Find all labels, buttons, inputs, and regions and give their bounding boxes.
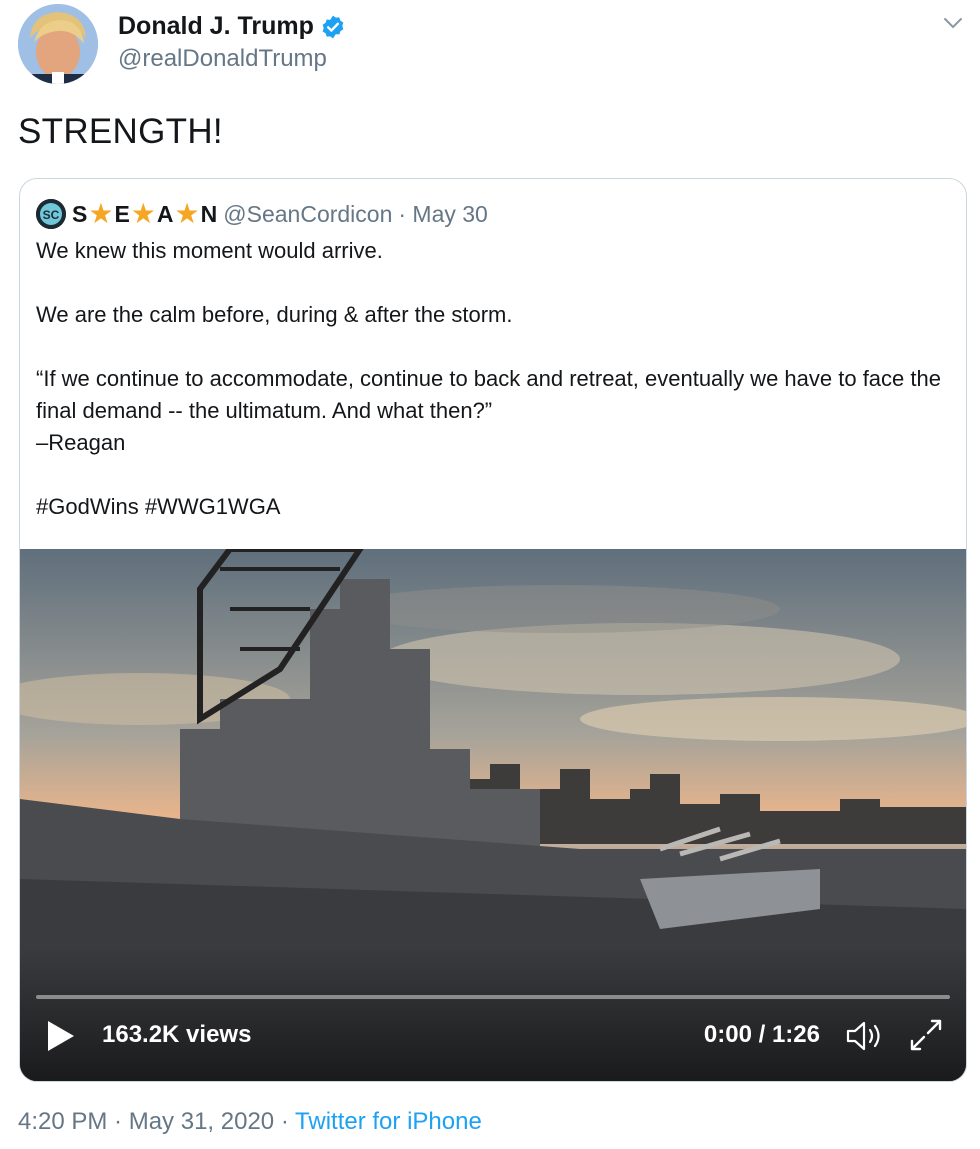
star-icon: ★ (174, 198, 200, 229)
tweet-text: STRENGTH! (18, 112, 223, 151)
author-avatar[interactable] (18, 4, 98, 84)
quoted-author-name: S ★ E ★ A ★ N (72, 200, 217, 228)
quoted-tweet-date: · May 30 (398, 200, 488, 227)
name-letter: N (200, 200, 218, 227)
chevron-down-icon[interactable] (942, 12, 964, 34)
star-icon: ★ (88, 198, 114, 229)
video-views: 163.2K views (102, 1021, 252, 1048)
name-letter: S (72, 200, 88, 227)
quoted-author-handle: @SeanCordicon (223, 200, 393, 227)
tweet-timestamp[interactable]: 4:20 PM · May 31, 2020 (18, 1108, 274, 1135)
tweet-page: Donald J. Trump @realDonaldTrump STRENGT… (0, 0, 980, 1149)
footer-separator: · (280, 1108, 289, 1135)
star-icon: ★ (130, 198, 156, 229)
quoted-avatar-initials: SC (43, 208, 60, 222)
verified-badge-icon (322, 15, 344, 38)
video-controls: 163.2K views 0:00 / 1:26 (20, 1009, 966, 1069)
name-letter: E (114, 200, 130, 227)
video-player[interactable]: 163.2K views 0:00 / 1:26 (20, 549, 966, 1081)
name-letter: A (156, 200, 174, 227)
video-progress-bar[interactable] (36, 995, 950, 999)
author-handle[interactable]: @realDonaldTrump (118, 45, 327, 73)
quoted-author-avatar: SC (36, 199, 66, 229)
fullscreen-icon[interactable] (908, 1017, 944, 1053)
quoted-tweet-header: SC S ★ E ★ A ★ N @SeanCordicon · May 30 (36, 199, 488, 229)
author-name-row[interactable]: Donald J. Trump (118, 12, 346, 41)
volume-icon[interactable] (844, 1019, 884, 1053)
author-name[interactable]: Donald J. Trump (118, 12, 314, 41)
tweet-footer: 4:20 PM · May 31, 2020 · Twitter for iPh… (18, 1108, 482, 1136)
quoted-tweet[interactable]: SC S ★ E ★ A ★ N @SeanCordicon · May 30 … (19, 178, 967, 1082)
video-frame (20, 549, 966, 1081)
play-icon[interactable] (46, 1019, 76, 1053)
tweet-source-link[interactable]: Twitter for iPhone (295, 1108, 482, 1135)
quoted-tweet-text: We knew this moment would arrive. We are… (36, 238, 941, 519)
video-time: 0:00 / 1:26 (703, 1021, 820, 1048)
